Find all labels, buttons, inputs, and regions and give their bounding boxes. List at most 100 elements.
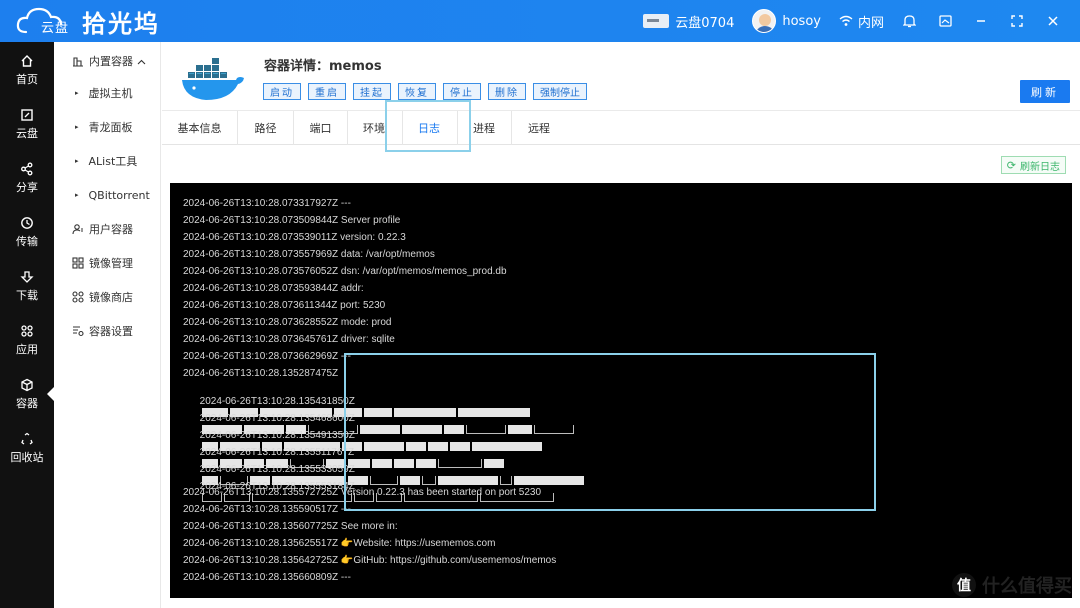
container-detail-title: 容器详情：memos [264,59,382,74]
log-line: 2024-06-26T13:10:28.135607725Z See more … [183,521,398,532]
network-indicator[interactable]: 内网 [839,12,884,31]
restart-button[interactable]: 重启 [308,83,346,100]
disk-label: 云盘0704 [675,15,735,31]
user-menu[interactable]: hosoy [752,9,821,33]
subnav-item-label: 用户容器 [89,223,133,236]
subnav-item-label: 虚拟主机 [88,87,133,100]
user-name: hosoy [782,13,821,29]
nav-label: 下载 [16,289,38,302]
bullet-icon: ▸ [75,157,79,165]
active-indicator [47,387,54,401]
tab-basic-info[interactable]: 基本信息 [162,111,237,145]
apps-icon [21,325,33,337]
app-logo: 云盘 拾光坞 [14,4,160,38]
refresh-log-label: 刷新日志 [1020,161,1060,173]
nav-item-transfer[interactable]: 传输 [0,210,54,258]
log-line: 2024-06-26T13:10:28.073593844Z addr: [183,283,364,294]
tab-path[interactable]: 路径 [238,111,293,145]
nav-label: 回收站 [10,451,44,464]
log-line: 2024-06-26T13:10:28.073628552Z mode: pro… [183,317,392,328]
user-container-icon [72,223,84,235]
avatar [752,9,777,33]
action-buttons: 启动 重启 挂起 恢复 停止 删除 强制停止 [263,83,594,100]
share-icon [21,162,33,176]
force-stop-button[interactable]: 强制停止 [533,83,587,100]
home-icon [21,55,33,67]
tab-port[interactable]: 端口 [294,111,347,145]
log-tab-highlight [385,100,471,152]
watermark-text: 什么值得买 [982,576,1072,597]
bell-icon[interactable] [902,14,916,28]
suspend-button[interactable]: 挂起 [353,83,391,100]
bullet-icon: ▸ [75,89,79,97]
cloud-drive-icon [21,109,33,121]
bullet-icon: ▸ [75,123,79,131]
nav-item-download[interactable]: 下载 [0,264,54,312]
download-icon [20,271,34,283]
nav-label: 传输 [16,235,38,248]
transfer-icon [21,217,33,229]
builtin-container-icon [72,55,84,67]
log-line: 2024-06-26T13:10:28.073317927Z --- [183,198,351,209]
log-line: 2024-06-26T13:10:28.073539011Z version: … [183,232,406,243]
watermark-logo-icon: 值 [952,573,976,597]
delete-button[interactable]: 删除 [488,83,526,100]
chevron-up-icon [137,55,146,68]
nav-label: 容器 [16,397,38,410]
log-line: 2024-06-26T13:10:28.073509844Z Server pr… [183,215,401,226]
detail-tabs: 基本信息 路径 端口 环境 日志 进程 远程 [162,110,1080,145]
top-bar: 云盘 拾光坞 云盘0704 hosoy 内网 [0,0,1080,42]
container-icon [21,378,33,392]
bullet-icon: ▸ [75,191,79,199]
nav-item-apps[interactable]: 应用 [0,318,54,366]
refresh-button[interactable]: 刷新 [1020,80,1070,103]
log-line: 2024-06-26T13:10:28.135590517Z --- [183,504,351,515]
container-header: 容器详情：memos 启动 重启 挂起 恢复 停止 删除 强制停止 刷新 [162,42,1080,110]
nav-item-container[interactable]: 容器 [0,372,54,420]
subnav-item-label: 镜像管理 [89,257,133,270]
resume-button[interactable]: 恢复 [398,83,436,100]
container-settings-icon [72,325,84,337]
subnav-item-label: 镜像商店 [89,291,133,304]
nav-item-home[interactable]: 首页 [0,48,54,96]
nav-label: 首页 [16,73,38,86]
log-line: 2024-06-26T13:10:28.073645761Z driver: s… [183,334,395,345]
start-button[interactable]: 启动 [263,83,301,100]
sub-nav: 内置容器 ▸ 虚拟主机 ▸ 青龙面板 ▸ AList工具 ▸ QBittorre… [54,42,161,608]
nav-item-cloud[interactable]: 云盘 [0,102,54,150]
log-banner-highlight [344,353,876,511]
tab-remote[interactable]: 远程 [512,111,566,145]
screenshot-icon[interactable] [938,14,952,28]
refresh-log-button[interactable]: ⟳ 刷新日志 [1000,156,1066,174]
app-title: 拾光坞 [82,9,160,38]
log-line: 2024-06-26T13:10:28.135660809Z --- [183,572,351,583]
stop-button[interactable]: 停止 [443,83,481,100]
logo-cloud-text: 云盘 [41,21,70,36]
watermark: 值 什么值得买 [952,572,1072,598]
log-line: 2024-06-26T13:10:28.073557969Z data: /va… [183,249,435,260]
subnav-item-label: 容器设置 [89,325,133,338]
network-label: 内网 [857,15,884,31]
log-line: 2024-06-26T13:10:28.135642725Z 👉GitHub: … [183,555,557,566]
log-line: 2024-06-26T13:10:28.073611344Z port: 523… [183,300,386,311]
nav-item-share[interactable]: 分享 [0,156,54,204]
close-icon[interactable] [1046,14,1060,28]
fullscreen-icon[interactable] [1010,14,1024,28]
log-line: 2024-06-26T13:10:28.073576052Z dsn: /var… [183,266,507,277]
nav-label: 应用 [16,343,38,356]
subnav-item-label: 青龙面板 [88,121,133,134]
subnav-group-label: 内置容器 [89,55,133,68]
nav-label: 分享 [16,181,38,194]
disk-icon [643,14,670,28]
log-line: 2024-06-26T13:10:28.135287475Z [183,368,339,379]
minimize-icon[interactable] [974,14,988,28]
log-line: 2024-06-26T13:10:28.073662969Z --- [183,351,351,362]
wifi-icon [839,15,853,26]
image-manage-icon [72,257,84,269]
log-line: 2024-06-26T13:10:28.135625517Z 👉Website:… [183,538,496,549]
nav-item-recycle[interactable]: 回收站 [0,426,54,474]
disk-selector[interactable]: 云盘0704 [643,12,734,31]
docker-whale-icon [180,50,246,106]
cloud-logo-icon: 云盘 [14,4,76,38]
image-store-icon [72,291,84,303]
